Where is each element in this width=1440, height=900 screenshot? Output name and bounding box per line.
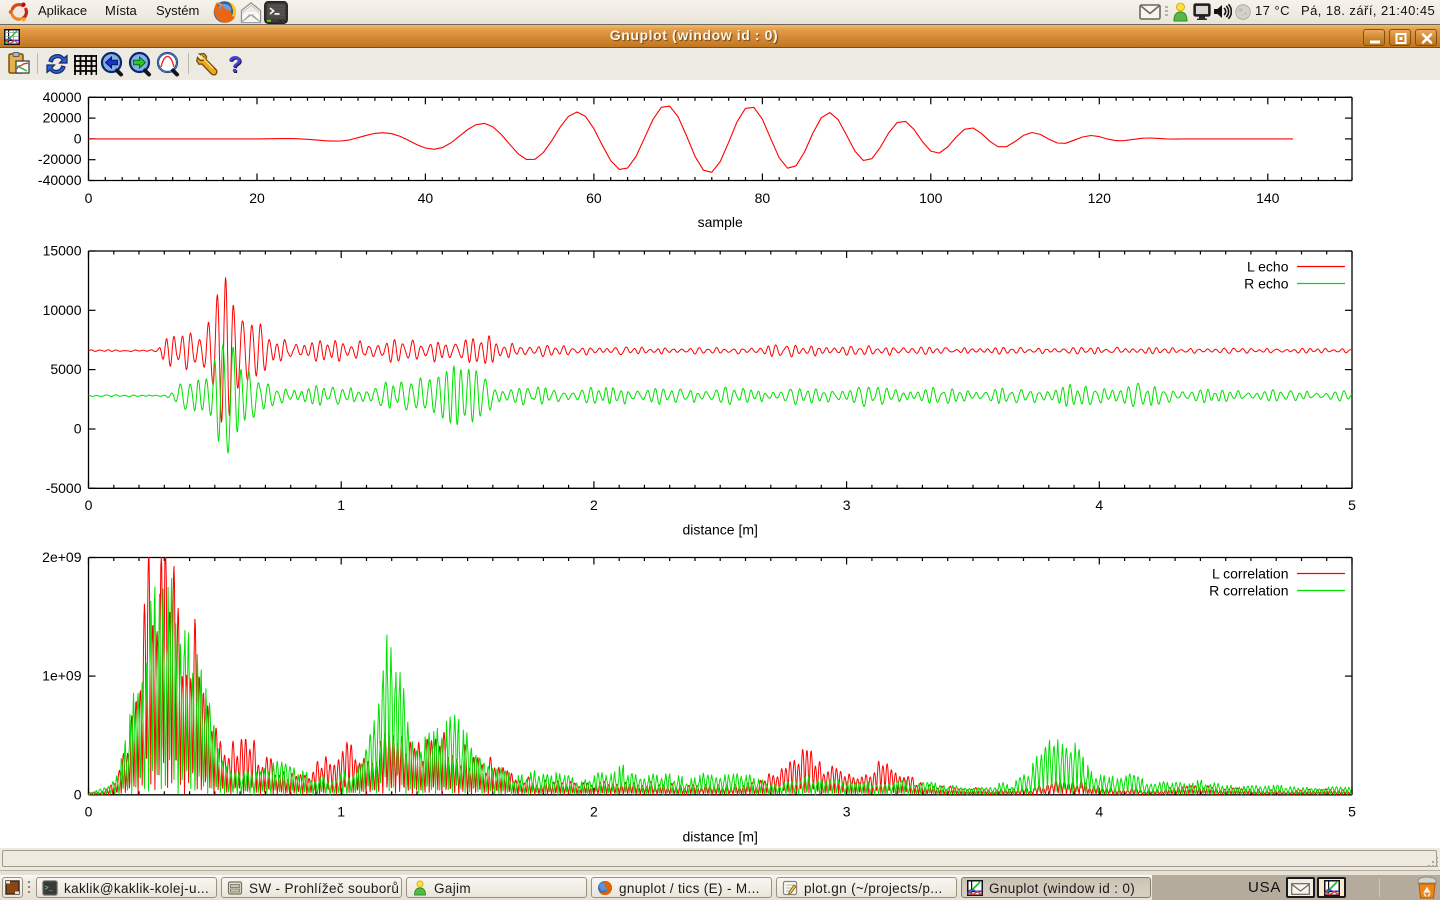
svg-text:5: 5 bbox=[1348, 804, 1356, 820]
svg-text:R echo: R echo bbox=[1244, 275, 1289, 291]
svg-text:0: 0 bbox=[85, 497, 93, 513]
svg-text:2: 2 bbox=[590, 804, 598, 820]
svg-text:0: 0 bbox=[74, 130, 82, 146]
svg-text:-20000: -20000 bbox=[38, 151, 82, 167]
svg-text:2e+09: 2e+09 bbox=[42, 549, 82, 565]
svg-text:0: 0 bbox=[74, 786, 82, 802]
svg-text:L echo: L echo bbox=[1247, 258, 1289, 274]
svg-text:80: 80 bbox=[755, 190, 771, 206]
svg-text:140: 140 bbox=[1256, 190, 1280, 206]
svg-text:-40000: -40000 bbox=[38, 172, 82, 188]
svg-text:5: 5 bbox=[1348, 497, 1356, 513]
svg-text:>_: >_ bbox=[45, 885, 54, 893]
svg-text:20000: 20000 bbox=[43, 110, 82, 126]
svg-text:20: 20 bbox=[249, 190, 265, 206]
svg-text:1: 1 bbox=[337, 804, 345, 820]
svg-text:0: 0 bbox=[74, 421, 82, 437]
svg-text:0: 0 bbox=[85, 804, 93, 820]
svg-text:3: 3 bbox=[843, 804, 851, 820]
svg-text:distance [m]: distance [m] bbox=[682, 829, 757, 845]
svg-text:3: 3 bbox=[843, 497, 851, 513]
svg-text:4: 4 bbox=[1095, 497, 1103, 513]
svg-text:10000: 10000 bbox=[43, 302, 82, 318]
svg-text:1e+09: 1e+09 bbox=[42, 668, 82, 684]
svg-text:1: 1 bbox=[337, 497, 345, 513]
svg-text:15000: 15000 bbox=[43, 243, 82, 259]
svg-text:2: 2 bbox=[590, 497, 598, 513]
svg-text:0: 0 bbox=[85, 190, 93, 206]
svg-text:120: 120 bbox=[1088, 190, 1112, 206]
svg-text:sample: sample bbox=[698, 214, 743, 230]
svg-text:distance [m]: distance [m] bbox=[682, 522, 757, 538]
svg-text:-5000: -5000 bbox=[46, 480, 82, 496]
svg-text:4: 4 bbox=[1095, 804, 1103, 820]
svg-text:100: 100 bbox=[919, 190, 943, 206]
svg-text:R correlation: R correlation bbox=[1209, 582, 1288, 598]
svg-text:60: 60 bbox=[586, 190, 602, 206]
svg-text:40: 40 bbox=[418, 190, 434, 206]
svg-text:L correlation: L correlation bbox=[1212, 565, 1289, 581]
svg-text:40000: 40000 bbox=[43, 89, 82, 105]
svg-text:5000: 5000 bbox=[50, 361, 81, 377]
